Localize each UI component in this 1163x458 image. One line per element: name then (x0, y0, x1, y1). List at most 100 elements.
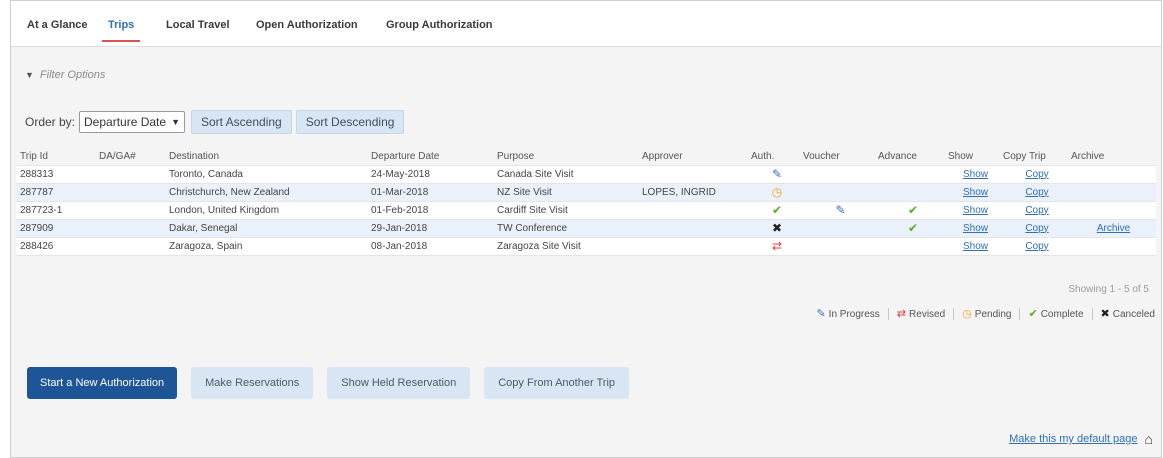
departure-date-cell: 24-May-2018 (367, 164, 493, 183)
column-header-trip-id[interactable]: Trip Id (16, 148, 95, 165)
start-new-authorization-button[interactable]: Start a New Authorization (27, 367, 178, 399)
daga-cell (95, 164, 165, 183)
filter-options-label: Filter Options (39, 69, 106, 81)
advance-status-cell: ✔ (878, 200, 948, 219)
show-cell: Show (948, 236, 1003, 256)
show-link[interactable]: Show (963, 169, 988, 180)
sort-descending-button[interactable]: Sort Descending (295, 110, 405, 134)
advance-status-cell (878, 182, 948, 201)
show-link[interactable]: Show (963, 205, 988, 216)
show-cell: Show (948, 182, 1003, 201)
copy-link[interactable]: Copy (1025, 223, 1048, 234)
column-header-voucher[interactable]: Voucher (803, 148, 878, 165)
clock-icon: ◷ (771, 185, 783, 199)
approver-cell (638, 218, 751, 237)
column-header-advance[interactable]: Advance (878, 148, 948, 165)
daga-cell (95, 182, 165, 201)
column-header-approver[interactable]: Approver (638, 148, 751, 165)
column-header-destination[interactable]: Destination (165, 148, 367, 165)
column-header-departure-date[interactable]: Departure Date (367, 148, 493, 165)
purpose-cell: NZ Site Visit (493, 182, 638, 201)
column-header-copy-trip: Copy Trip (1003, 150, 1046, 162)
table-row[interactable]: 287787 Christchurch, New Zealand 01-Mar-20… (16, 182, 1156, 201)
make-default-page-link[interactable]: Make this my default page (1009, 433, 1137, 445)
archive-link[interactable]: Archive (1097, 223, 1130, 234)
revised-arrows-icon: ⇄ (771, 239, 783, 253)
purpose-cell: Cardiff Site Visit (493, 200, 638, 219)
tab-group-authorization[interactable]: Group Authorization (386, 19, 493, 31)
copy-cell: Copy (1003, 236, 1071, 256)
table-row[interactable]: 288313 Toronto, Canada 24-May-2018 Canada S… (16, 164, 1156, 183)
checkmark-icon: ✔ (1028, 308, 1038, 320)
trip-id-cell: 287723-1 (16, 200, 95, 219)
advance-status-cell: ✔ (878, 218, 948, 237)
pencil-icon: ✎ (771, 167, 783, 181)
legend-divider (887, 308, 889, 320)
revised-arrows-icon: ⇄ (896, 308, 907, 320)
column-header-archive: Archive (1071, 150, 1105, 162)
trips-page: At a Glance Trips Local Travel Open Auth… (10, 0, 1162, 458)
order-by-label: Order by: (25, 115, 76, 129)
copy-cell: Copy (1003, 164, 1071, 183)
pencil-icon: ✎ (835, 203, 846, 217)
legend-divider (1019, 308, 1021, 320)
copy-link[interactable]: Copy (1025, 205, 1048, 216)
legend-item-revised: ⇄ Revised (897, 308, 945, 320)
legend-label: Pending (974, 308, 1012, 320)
show-held-reservation-button[interactable]: Show Held Reservation (327, 367, 471, 399)
copy-link[interactable]: Copy (1025, 169, 1048, 180)
checkmark-icon: ✔ (771, 203, 783, 217)
clock-icon: ◷ (962, 308, 972, 320)
trip-id-cell: 288313 (16, 164, 95, 183)
trip-id-cell: 287787 (16, 182, 95, 201)
auth-status-cell: ✎ (751, 164, 803, 183)
tab-trips[interactable]: Trips (101, 19, 141, 42)
show-link[interactable]: Show (963, 223, 988, 234)
tab-bar: At a Glance Trips Local Travel Open Auth… (11, 1, 1161, 47)
archive-cell (1071, 182, 1156, 201)
column-header-auth[interactable]: Auth. (751, 148, 803, 165)
sort-ascending-button[interactable]: Sort Ascending (190, 110, 292, 134)
copy-link[interactable]: Copy (1025, 187, 1048, 198)
order-by-select[interactable]: Departure Date ▼ (79, 111, 185, 133)
departure-date-cell: 08-Jan-2018 (367, 236, 493, 256)
voucher-status-cell (803, 218, 878, 237)
copy-from-another-trip-button[interactable]: Copy From Another Trip (484, 367, 630, 399)
legend-label: Revised (909, 308, 946, 320)
approver-cell (638, 200, 751, 219)
departure-date-cell: 01-Feb-2018 (367, 200, 493, 219)
purpose-cell: Zaragoza Site Visit (493, 236, 638, 256)
voucher-status-cell (803, 182, 878, 201)
checkmark-icon: ✔ (907, 221, 919, 235)
show-link[interactable]: Show (963, 187, 988, 198)
home-icon[interactable]: ⌂ (1145, 431, 1153, 447)
tab-at-a-glance[interactable]: At a Glance (27, 19, 88, 31)
trip-id-cell: 287909 (16, 218, 95, 237)
tab-open-authorization[interactable]: Open Authorization (256, 19, 358, 31)
table-row[interactable]: 288426 Zaragoza, Spain 08-Jan-2018 Zaragoza… (16, 236, 1156, 256)
table-row[interactable]: 287909 Dakar, Senegal 29-Jan-2018 TW Confer… (16, 218, 1156, 237)
purpose-cell: Canada Site Visit (493, 164, 638, 183)
legend-item-canceled: ✖ Canceled (1101, 308, 1155, 320)
filter-options-toggle[interactable]: ▼ Filter Options (25, 69, 105, 81)
column-header-purpose[interactable]: Purpose (493, 148, 638, 165)
approver-cell (638, 164, 751, 183)
legend-divider (953, 308, 955, 320)
x-icon: ✖ (1100, 308, 1110, 320)
tab-local-travel[interactable]: Local Travel (166, 19, 230, 31)
legend-divider (1091, 308, 1093, 320)
approver-cell: LOPES, INGRID (638, 182, 751, 201)
copy-link[interactable]: Copy (1025, 241, 1048, 252)
order-by-selected: Departure Date (84, 115, 167, 129)
make-reservations-button[interactable]: Make Reservations (191, 367, 314, 399)
column-header-daga[interactable]: DA/GA# (95, 148, 165, 165)
approver-cell (638, 236, 751, 256)
departure-date-cell: 01-Mar-2018 (367, 182, 493, 201)
show-link[interactable]: Show (963, 241, 988, 252)
destination-cell: Zaragoza, Spain (165, 236, 367, 256)
table-header-row: Trip Id DA/GA# Destination Departure Dat… (16, 148, 1156, 165)
auth-status-cell: ✖ (751, 218, 803, 237)
order-by-bar: Order by: Departure Date ▼ Sort Ascendin… (25, 109, 405, 135)
departure-date-cell: 29-Jan-2018 (367, 218, 493, 237)
table-row[interactable]: 287723-1 London, United Kingdom 01-Feb-201… (16, 200, 1156, 219)
